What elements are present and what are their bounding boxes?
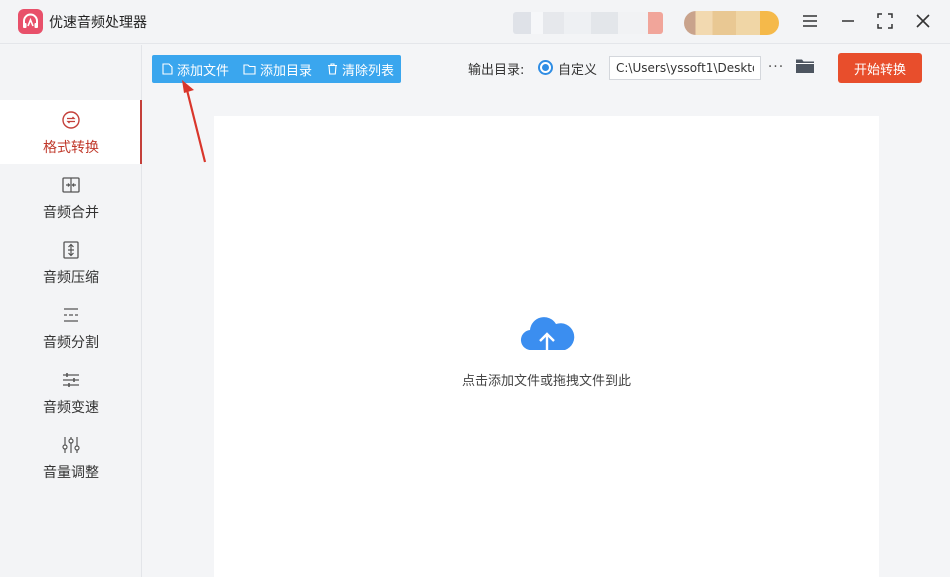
trash-icon	[328, 63, 337, 75]
sidebar-item-compress[interactable]: 音频压缩	[0, 230, 142, 294]
folder-icon[interactable]	[795, 57, 815, 77]
sidebar-item-label: 音频变速	[43, 400, 99, 416]
sidebar-item-label: 音频分割	[43, 335, 99, 351]
sidebar-item-label: 音量调整	[43, 465, 99, 481]
vip-badge-blurred[interactable]	[684, 11, 779, 35]
format-convert-icon	[62, 111, 80, 129]
sidebar-item-format-convert[interactable]: 格式转换	[0, 100, 142, 164]
sidebar-item-label: 音频压缩	[43, 270, 99, 286]
sidebar-item-merge[interactable]: 音频合并	[0, 165, 142, 229]
sidebar-item-split[interactable]: 音频分割	[0, 295, 142, 359]
user-account-blurred[interactable]	[513, 12, 663, 34]
output-dir-label: 输出目录:	[468, 63, 525, 78]
sidebar-item-label: 音频合并	[43, 205, 99, 221]
folder-outline-icon	[243, 63, 256, 75]
menu-icon[interactable]	[799, 10, 821, 32]
file-icon	[162, 63, 173, 75]
split-icon	[64, 308, 78, 322]
speed-icon	[63, 373, 79, 387]
sidebar-item-speed[interactable]: 音频变速	[0, 360, 142, 424]
file-drop-zone[interactable]: 点击添加文件或拖拽文件到此	[214, 116, 879, 577]
custom-radio[interactable]	[538, 60, 553, 75]
cloud-upload-icon	[520, 317, 575, 360]
annotation-arrow-icon	[182, 80, 207, 163]
add-folder-button[interactable]: 添加目录	[243, 55, 312, 83]
sidebar-item-label: 格式转换	[43, 140, 99, 156]
custom-radio-label[interactable]: 自定义	[558, 59, 597, 78]
title-bar: 优速音频处理器	[0, 0, 950, 44]
close-icon[interactable]	[912, 10, 934, 32]
minimize-icon[interactable]	[837, 10, 859, 32]
sidebar-item-volume[interactable]: 音量调整	[0, 425, 142, 489]
clear-list-button[interactable]: 清除列表	[327, 55, 394, 83]
start-convert-button[interactable]: 开始转换	[838, 53, 922, 83]
drop-hint-text: 点击添加文件或拖拽文件到此	[461, 374, 631, 389]
app-logo-icon	[18, 9, 43, 34]
compress-icon	[63, 241, 79, 259]
output-path-input[interactable]	[609, 56, 761, 80]
add-folder-label: 添加目录	[260, 63, 313, 79]
merge-icon	[62, 177, 80, 193]
app-title: 优速音频处理器	[49, 15, 147, 31]
sidebar: 格式转换 音频合并 音频压缩 音频分割 音频变速 音量调整	[0, 45, 142, 577]
clear-list-label: 清除列表	[342, 63, 395, 79]
more-options-button[interactable]: ···	[766, 57, 786, 77]
volume-adjust-icon	[62, 437, 80, 453]
maximize-icon[interactable]	[874, 10, 896, 32]
